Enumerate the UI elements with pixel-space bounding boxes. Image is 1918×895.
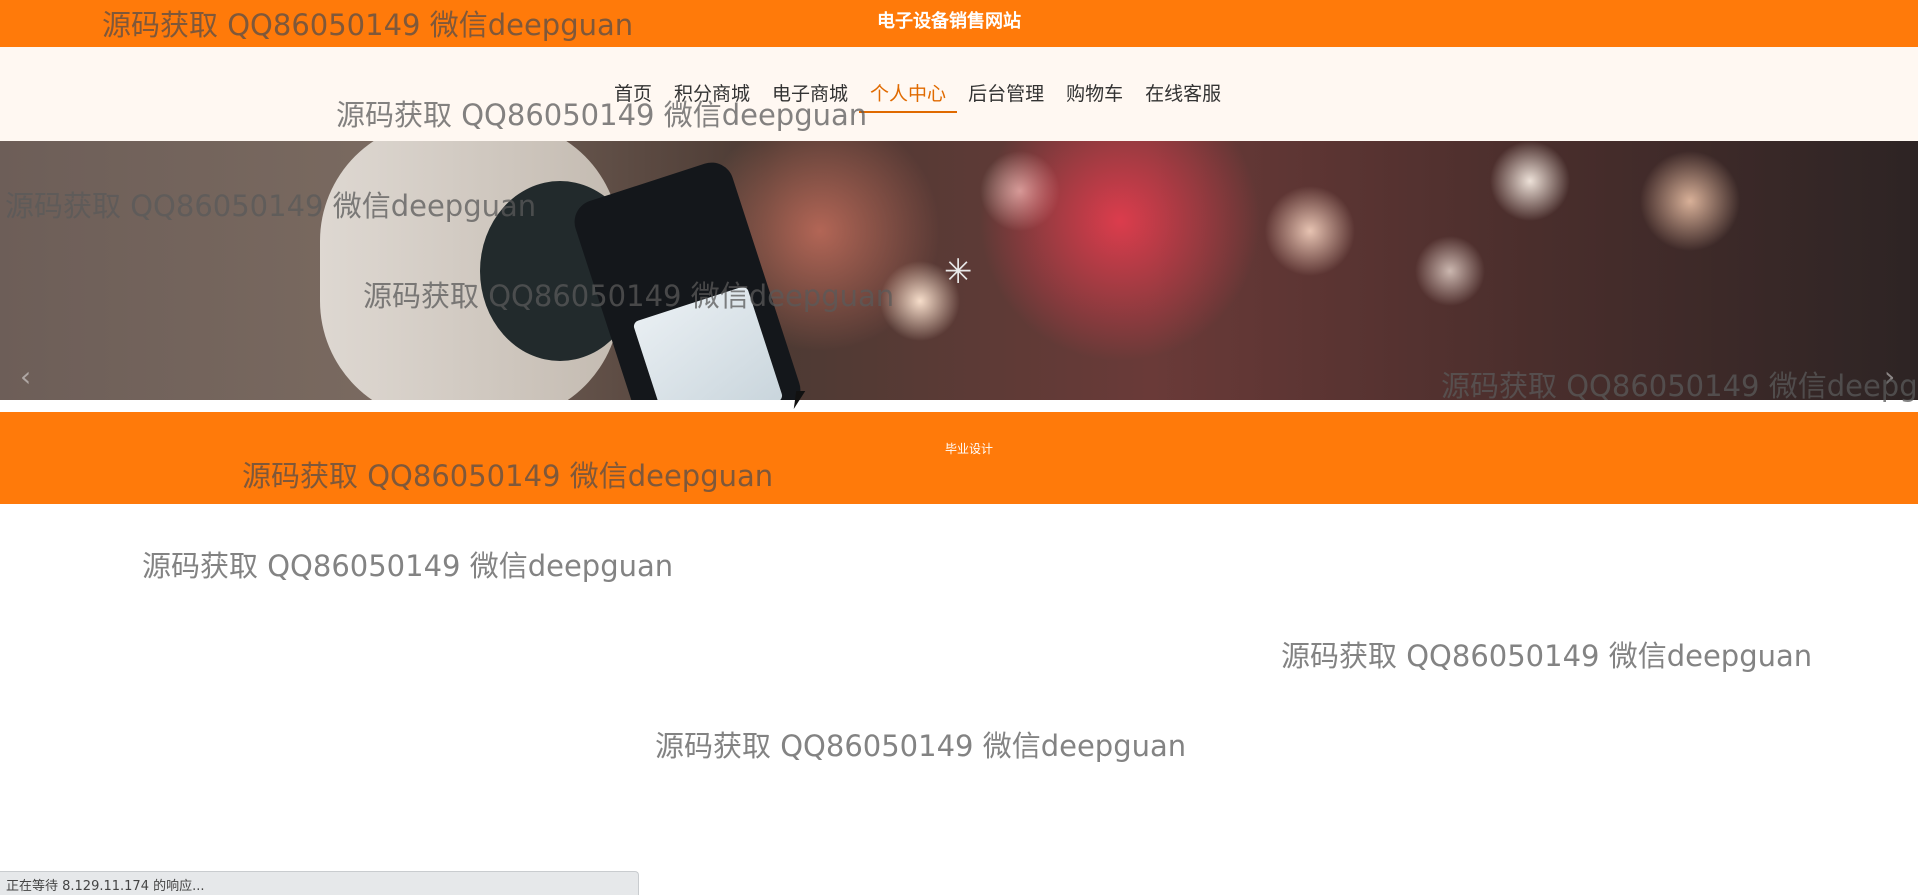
watermark-text: 源码获取 QQ86050149 微信deepguan — [142, 549, 674, 583]
nav-item-home[interactable]: 首页 — [603, 47, 663, 141]
top-header-bar: 电子设备销售网站 — [0, 0, 1918, 47]
chevron-right-icon[interactable]: › — [1884, 360, 1895, 393]
nav-item-points-mall[interactable]: 积分商城 — [663, 47, 761, 141]
footer-text: 毕业设计 — [944, 442, 993, 456]
nav-item-personal-center[interactable]: 个人中心 — [859, 47, 958, 141]
nav-item-online-support[interactable]: 在线客服 — [1134, 47, 1232, 141]
site-title: 电子设备销售网站 — [877, 11, 1021, 32]
nav-item-cart[interactable]: 购物车 — [1055, 47, 1134, 141]
nav-links: 首页 积分商城 电子商城 个人中心 后台管理 购物车 在线客服 — [603, 47, 1232, 141]
status-text: 正在等待 8.129.11.174 的响应... — [6, 879, 205, 894]
nav-item-admin[interactable]: 后台管理 — [957, 47, 1055, 141]
mouse-cursor-icon — [793, 391, 806, 409]
browser-status-bar: 正在等待 8.129.11.174 的响应... — [0, 871, 639, 895]
chevron-left-icon[interactable]: ‹ — [20, 360, 31, 393]
spinner-icon: ✳ — [944, 252, 973, 292]
footer-band: 毕业设计 — [0, 412, 1918, 504]
watermark-text: 源码获取 QQ86050149 微信deepguan — [1281, 639, 1813, 673]
watermark-text: 源码获取 QQ86050149 微信deepguan — [655, 729, 1187, 763]
nav-item-electronics-mall[interactable]: 电子商城 — [761, 47, 859, 141]
